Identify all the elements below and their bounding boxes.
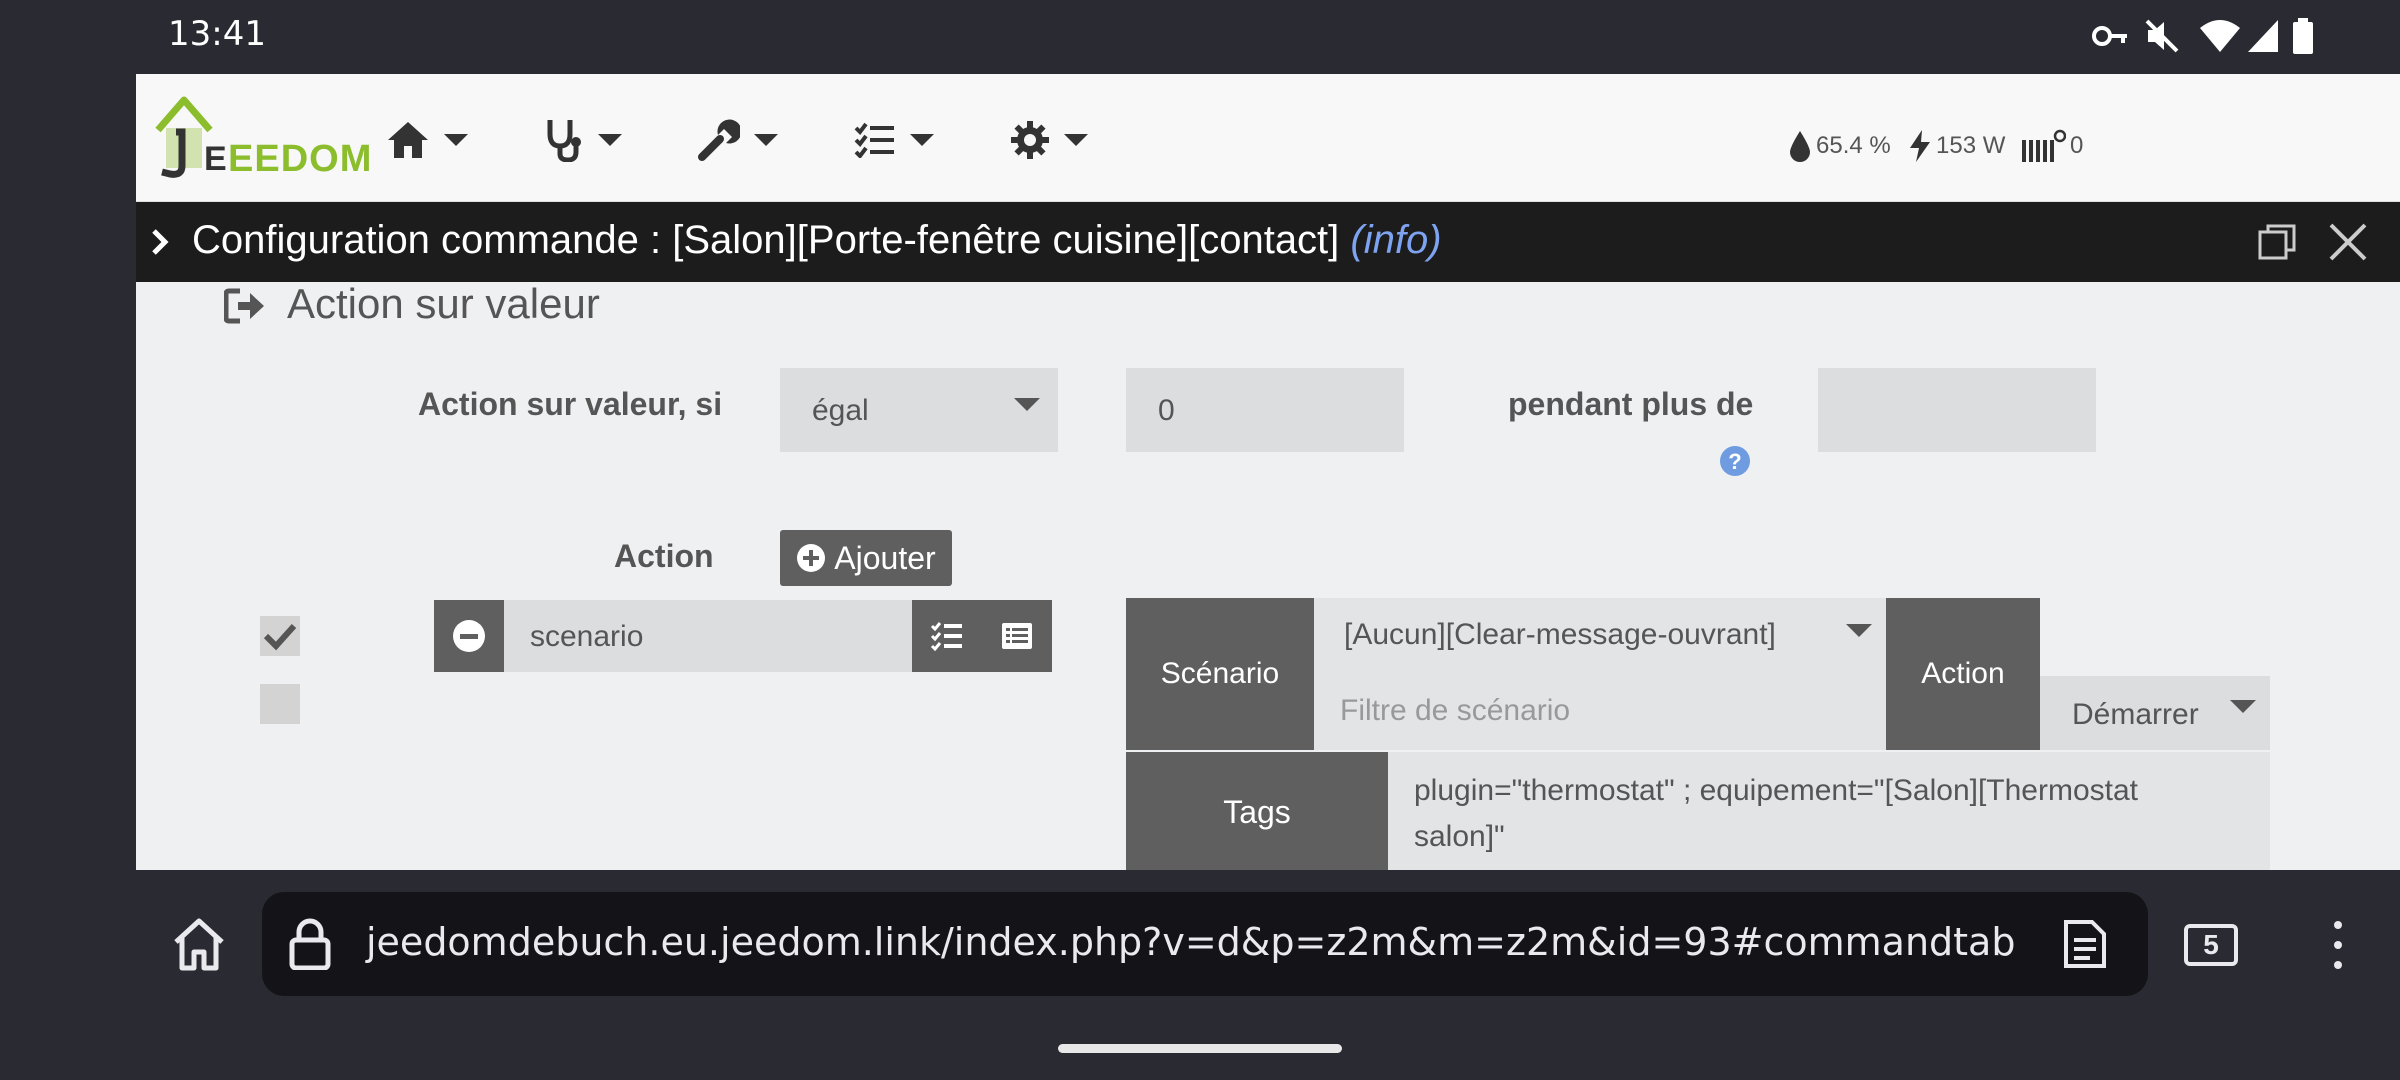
compare-value-input[interactable]: 0 — [1126, 368, 1404, 452]
logo-text: EEDOM — [228, 138, 373, 180]
enable-checkbox[interactable] — [260, 616, 300, 656]
nav-list-menu[interactable] — [854, 116, 934, 164]
help-icon[interactable]: ? — [1720, 446, 1750, 476]
heater-info[interactable]: 0 — [2020, 126, 2083, 166]
chevron-down-icon — [1846, 624, 1872, 637]
power-value: 153 W — [1936, 132, 2006, 159]
add-action-label: Ajouter — [834, 539, 936, 576]
chevron-down-icon — [1064, 134, 1088, 146]
page-viewport: E EEDOM 65.4 % 153 W 0 Configuration com… — [136, 74, 2400, 870]
svg-text:?: ? — [1728, 449, 1741, 474]
modal-title: Configuration commande : [Salon][Porte-f… — [192, 218, 1442, 263]
remove-action-button[interactable] — [434, 600, 504, 672]
reader-mode-icon[interactable] — [2062, 918, 2108, 970]
chevron-down-icon — [910, 134, 934, 146]
home-icon — [388, 122, 428, 158]
tasks-icon — [930, 622, 962, 651]
nav-settings-menu[interactable] — [1010, 116, 1088, 164]
modal-title-text: Configuration commande : [Salon][Porte-f… — [192, 218, 1340, 262]
scenario-action-select[interactable]: Démarrer — [2040, 676, 2270, 750]
mute-icon — [2145, 19, 2179, 53]
scenario-value: [Aucun][Clear-message-ouvrant] — [1344, 618, 1776, 651]
modal-titlebar: Configuration commande : [Salon][Porte-f… — [136, 202, 2400, 282]
bolt-icon — [1910, 130, 1930, 162]
url-text: jeedomdebuch.eu.jeedom.link/index.php?v=… — [366, 920, 2016, 964]
scenario-select[interactable]: [Aucun][Clear-message-ouvrant] — [1314, 598, 1886, 674]
tab-count: 5 — [2203, 929, 2219, 960]
humidity-value: 65.4 % — [1816, 132, 1891, 159]
compare-value: 0 — [1158, 394, 1175, 427]
nav-tools-menu[interactable] — [698, 116, 778, 164]
battery-icon — [2293, 18, 2313, 54]
nav-home-menu[interactable] — [386, 116, 468, 164]
sign-out-icon — [224, 288, 264, 324]
vpn-key-icon — [2092, 26, 2127, 46]
operator-select[interactable]: égal — [780, 368, 1058, 452]
action-command-value: scenario — [530, 620, 644, 653]
lock-icon — [289, 918, 331, 970]
modal-title-type: (info) — [1350, 218, 1442, 262]
scenario-filter-input[interactable]: Filtre de scénario — [1314, 674, 1886, 750]
action-label: Action — [614, 538, 714, 574]
browser-home-icon[interactable] — [170, 916, 228, 972]
heater-count: 0 — [2070, 132, 2084, 159]
scenario-action-label: Action — [1886, 598, 2040, 750]
wrench-icon — [698, 119, 740, 161]
url-bar[interactable]: jeedomdebuch.eu.jeedom.link/index.php?v=… — [262, 892, 2148, 996]
gesture-bar — [1058, 1044, 1342, 1053]
section-heading: Action sur valeur — [287, 280, 600, 327]
more-menu-icon[interactable] — [2324, 918, 2352, 972]
chevron-down-icon — [754, 134, 778, 146]
tags-label: Tags — [1126, 752, 1388, 870]
tasks-icon — [854, 122, 894, 158]
chevron-down-icon — [444, 134, 468, 146]
chevron-down-icon — [1014, 398, 1040, 411]
signal-icon — [2248, 20, 2278, 52]
tags-value: plugin="thermostat" ; equipement="[Salon… — [1414, 774, 2139, 853]
status-time: 13:41 — [168, 14, 266, 54]
power-info[interactable]: 153 W — [1908, 126, 2005, 166]
duration-input[interactable] — [1818, 368, 2096, 452]
duration-label: pendant plus de — [1508, 386, 1754, 422]
radiator-icon — [2022, 129, 2066, 162]
chevron-down-icon — [598, 134, 622, 146]
nav-health-menu[interactable] — [544, 116, 622, 164]
gear-icon — [1011, 121, 1049, 159]
stethoscope-icon — [547, 120, 581, 162]
minus-circle-icon — [453, 620, 485, 652]
option-checkbox[interactable] — [260, 684, 300, 724]
condition-label: Action sur valeur, si — [418, 386, 723, 422]
list-alt-icon — [1002, 623, 1032, 649]
action-command-input[interactable]: scenario — [504, 600, 912, 672]
close-icon[interactable] — [2328, 222, 2368, 262]
humidity-info[interactable]: 65.4 % — [1788, 126, 1891, 166]
water-drop-icon — [1790, 131, 1810, 162]
jeedom-logo[interactable]: E EEDOM — [152, 88, 371, 188]
scenario-filter-placeholder: Filtre de scénario — [1340, 694, 1571, 727]
tab-switcher-button[interactable]: 5 — [2184, 924, 2238, 966]
select-action-button[interactable] — [912, 600, 982, 672]
jeedom-navbar: E EEDOM 65.4 % 153 W 0 — [136, 74, 2400, 202]
scenario-label: Scénario — [1126, 598, 1314, 750]
maximize-icon[interactable] — [2258, 224, 2296, 260]
svg-text:E: E — [204, 140, 227, 178]
chevron-right-icon[interactable] — [150, 228, 170, 256]
wifi-icon — [2200, 20, 2240, 52]
tags-input[interactable]: plugin="thermostat" ; equipement="[Salon… — [1388, 752, 2270, 870]
scenario-action-value: Démarrer — [2072, 698, 2199, 731]
select-command-button[interactable] — [982, 600, 1052, 672]
operator-value: égal — [812, 394, 869, 427]
plus-circle-icon — [797, 544, 826, 572]
chevron-down-icon — [2230, 700, 2256, 713]
add-action-button[interactable]: Ajouter — [780, 530, 952, 586]
